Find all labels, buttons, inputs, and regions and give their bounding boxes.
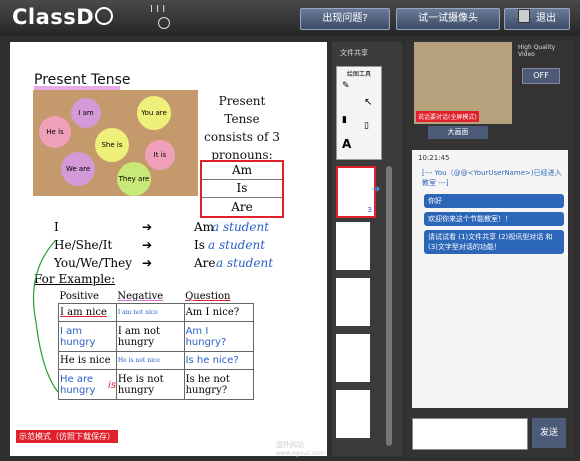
arrow-icon: ➔ [142,256,153,270]
chat-input[interactable] [412,418,528,450]
col-header: Positive [59,291,99,302]
pencil-tool-icon[interactable]: ✎ [342,81,350,91]
table-cell: Am I hungry? [183,321,255,352]
help-button[interactable]: 出现问题? [300,8,390,30]
sticky-note: It is [145,140,175,170]
table-cell: I am not nice [115,303,185,322]
video-feed: 说话要对话(全屏模式) [414,42,512,124]
table-cell: Is he not hungry? [183,369,255,400]
page-thumbnail[interactable] [336,222,370,270]
table-cell: I am not hungry [115,321,185,352]
clock-icon [158,17,170,29]
sticky-note: He is [39,116,71,148]
sticky-note: We are [61,152,95,186]
example-table: Positive Negative Question I am nice I a… [58,290,255,400]
door-icon [518,9,530,23]
watermark: 国外网站 www.egouz.com [276,441,325,457]
send-button[interactable]: 发送 [532,418,566,448]
file-share-title: 文件共享 [340,49,368,57]
sticky-note: She is [95,128,129,162]
arrow-icon: ➔ [142,238,153,252]
chat-message: 你好 [424,194,564,208]
pronoun-row: I ➔ Am a student [54,220,270,234]
verb-box: Am Is Are [200,160,284,218]
corkboard-image: I am You are He is She is It is We are T… [33,90,198,196]
pointer-tool-icon[interactable]: ↖ [364,97,372,108]
page-thumbnail-selected[interactable]: 3 [336,166,376,218]
page-badge: 3 [367,206,372,214]
drawing-tools: 绘图工具 ✎ ↖ ▮ ▯ A [336,66,382,160]
video-caption: 说话要对话(全屏模式) [416,111,479,122]
handwritten-correction: is [108,380,116,391]
chat-message: 欢迎你来这个节能教室！！ [424,212,564,226]
tools-title: 绘图工具 [346,71,371,78]
chat-log: 10:21:45 [--- You（@@<YourUserName>)已经进入教… [412,150,568,408]
chat-message: 请试试看 (1)文件共享 (2)视讯型对话 和 (3)文字型对话的功能！ [424,230,564,254]
top-bar: ClassD I I I 出现问题? 试一试摄像头 退出 [0,0,580,36]
rule-text: Present Tense consists of 3 pronouns: [204,94,280,162]
page-thumbnail[interactable] [336,390,370,438]
pronoun-row: He/She/It ➔ Is a student [54,238,266,252]
table-cell: I am nice [58,303,117,322]
table-cell: He is not hungry [115,369,185,400]
page-thumbnail[interactable] [336,278,370,326]
chat-time: 10:21:45 [418,154,450,162]
pronoun-list: I ➔ Am a student He/She/It ➔ Is a studen… [54,220,324,274]
page-thumbnail[interactable] [336,334,370,382]
whiteboard[interactable]: Present Tense I am You are He is She is … [10,42,327,456]
right-panel: 说话要对话(全屏模式) High Quality Video OFF 大画面 1… [406,40,574,458]
header-ticks: I I I [150,4,166,15]
arrow-icon: ➔ [142,220,153,234]
sticky-note: I am [71,98,101,128]
eraser-tool-icon[interactable]: ▯ [364,121,369,131]
table-cell: Is he nice? [183,351,255,370]
marker-tool-icon[interactable]: ▮ [342,115,347,125]
file-share-panel: 文件共享 绘图工具 ✎ ↖ ▮ ▯ A 3 ➜ [332,42,402,456]
hq-toggle-button[interactable]: OFF [522,68,560,84]
fullscreen-button[interactable]: 大画面 [428,126,488,139]
mode-label: 示范模式（仿照下载保存） [16,430,118,443]
table-cell: I am hungry [58,321,117,352]
scroll-arrow-icon[interactable]: ➜ [372,184,380,195]
try-camera-button[interactable]: 试一试摄像头 [396,8,500,30]
exit-button[interactable]: 退出 [504,8,570,30]
table-cell: He is nice [58,351,117,370]
sticky-note: They are [117,162,151,196]
text-tool-icon[interactable]: A [342,137,351,151]
classdo-logo: ClassD [12,5,114,29]
hq-label: High Quality Video [518,44,556,58]
sticky-note: You are [137,96,171,130]
col-header: Question [185,291,231,302]
table-cell: Am I nice? [183,303,255,322]
table-cell: He is not nice [115,351,185,370]
thumbnail-scrollbar[interactable] [386,166,392,446]
chat-system-message: [--- You（@@<YourUserName>)已经进入教室 ---] [422,169,562,187]
col-header: Negative [117,291,164,302]
